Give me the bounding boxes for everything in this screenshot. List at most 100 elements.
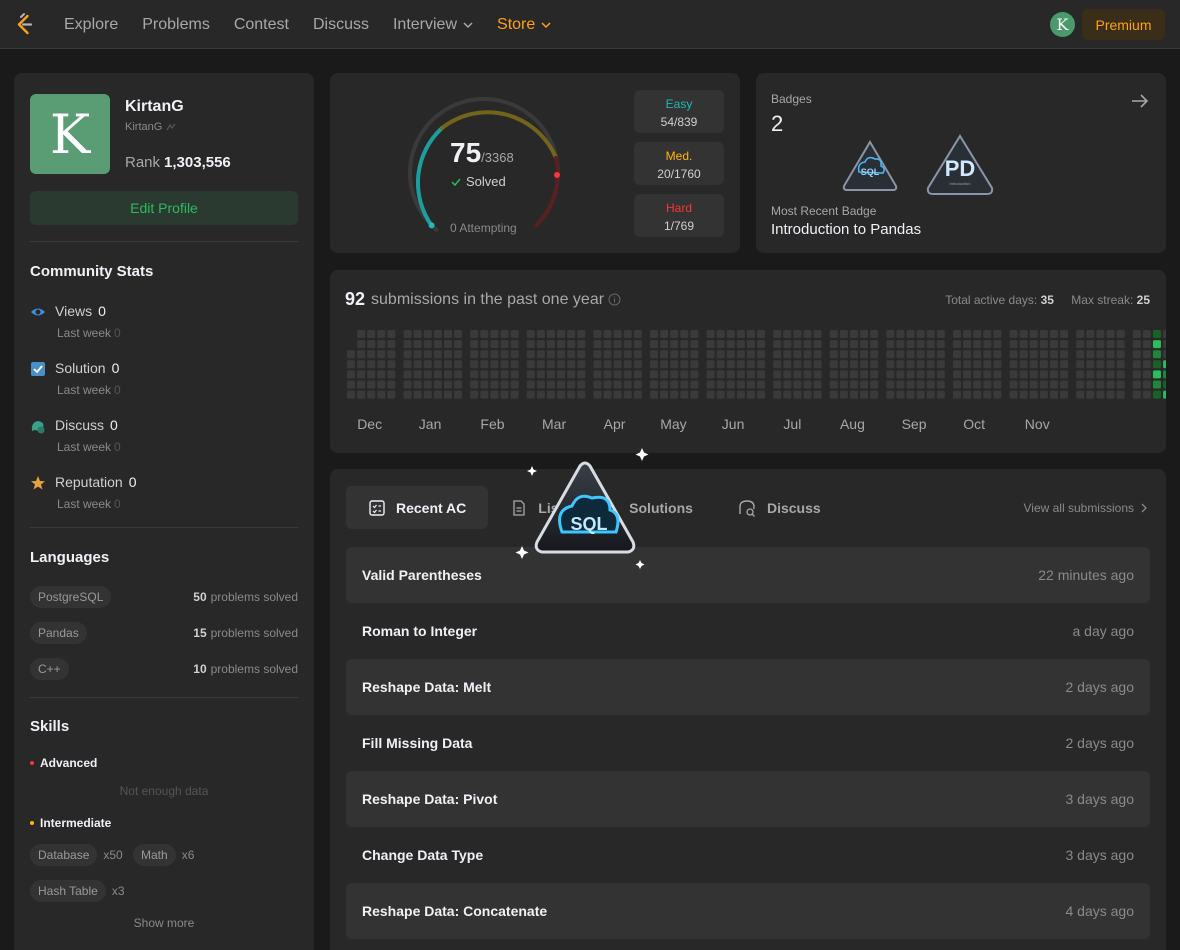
heatmap-cell[interactable] bbox=[1029, 380, 1038, 389]
heatmap-cell[interactable] bbox=[886, 340, 895, 349]
heatmap-cell[interactable] bbox=[510, 380, 519, 389]
heatmap-cell[interactable] bbox=[526, 370, 535, 379]
heatmap-cell[interactable] bbox=[870, 390, 879, 399]
heatmap-cell[interactable] bbox=[916, 370, 925, 379]
heatmap-cell[interactable] bbox=[357, 370, 366, 379]
heatmap-cell[interactable] bbox=[500, 360, 509, 369]
heatmap-cell[interactable] bbox=[1060, 340, 1069, 349]
heatmap-cell[interactable] bbox=[526, 390, 535, 399]
heatmap-cell[interactable] bbox=[829, 370, 838, 379]
heatmap-cell[interactable] bbox=[367, 330, 376, 338]
heatmap-cell[interactable] bbox=[936, 370, 945, 379]
recent-badge-name[interactable]: Introduction to Pandas bbox=[771, 221, 921, 238]
heatmap-cell[interactable] bbox=[577, 380, 586, 389]
heatmap-cell[interactable] bbox=[746, 350, 755, 359]
heatmap-cell[interactable] bbox=[716, 350, 725, 359]
heatmap-cell[interactable] bbox=[367, 380, 376, 389]
heatmap-cell[interactable] bbox=[870, 340, 879, 349]
heatmap-cell[interactable] bbox=[746, 370, 755, 379]
heatmap-cell[interactable] bbox=[577, 330, 586, 338]
heatmap-cell[interactable] bbox=[500, 330, 509, 338]
heatmap-cell[interactable] bbox=[926, 330, 935, 338]
heatmap-cell[interactable] bbox=[849, 380, 858, 389]
heatmap-cell[interactable] bbox=[577, 390, 586, 399]
tab-recent-ac[interactable]: Recent AC bbox=[346, 486, 489, 529]
heatmap-cell[interactable] bbox=[510, 360, 519, 369]
heatmap-cell[interactable] bbox=[593, 390, 602, 399]
heatmap-cell[interactable] bbox=[706, 330, 715, 338]
heatmap-cell[interactable] bbox=[603, 340, 612, 349]
heatmap-cell[interactable] bbox=[726, 350, 735, 359]
heatmap-cell[interactable] bbox=[736, 350, 745, 359]
heatmap-cell[interactable] bbox=[1116, 390, 1125, 399]
heatmap-cell[interactable] bbox=[670, 370, 679, 379]
heatmap-cell[interactable] bbox=[423, 330, 432, 338]
heatmap-cell[interactable] bbox=[936, 360, 945, 369]
heatmap-cell[interactable] bbox=[357, 380, 366, 389]
heatmap-cell[interactable] bbox=[973, 380, 982, 389]
heatmap-cell[interactable] bbox=[670, 360, 679, 369]
heatmap-cell[interactable] bbox=[660, 340, 669, 349]
heatmap-cell[interactable] bbox=[886, 360, 895, 369]
heatmap-cell[interactable] bbox=[577, 340, 586, 349]
heatmap-cell[interactable] bbox=[490, 380, 499, 389]
heatmap-cell[interactable] bbox=[963, 370, 972, 379]
heatmap-cell[interactable] bbox=[603, 330, 612, 338]
heatmap-cell[interactable] bbox=[680, 380, 689, 389]
heatmap-cell[interactable] bbox=[536, 330, 545, 338]
heatmap-cell[interactable] bbox=[633, 330, 642, 338]
heatmap-cell[interactable] bbox=[557, 360, 566, 369]
heatmap-cell[interactable] bbox=[433, 380, 442, 389]
heatmap-cell[interactable] bbox=[1152, 340, 1161, 349]
heatmap-cell[interactable] bbox=[423, 350, 432, 359]
heatmap-cell[interactable] bbox=[1116, 330, 1125, 338]
heatmap-cell[interactable] bbox=[773, 360, 782, 369]
heatmap-cell[interactable] bbox=[536, 390, 545, 399]
heatmap-cell[interactable] bbox=[886, 350, 895, 359]
skill-tag-math[interactable]: Math x6 bbox=[133, 844, 194, 866]
heatmap-cell[interactable] bbox=[793, 390, 802, 399]
heatmap-cell[interactable] bbox=[1142, 350, 1151, 359]
heatmap-cell[interactable] bbox=[773, 350, 782, 359]
heatmap-cell[interactable] bbox=[660, 370, 669, 379]
heatmap-cell[interactable] bbox=[1060, 370, 1069, 379]
heatmap-cell[interactable] bbox=[860, 360, 869, 369]
heatmap-cell[interactable] bbox=[377, 390, 386, 399]
heatmap-cell[interactable] bbox=[423, 340, 432, 349]
heatmap-cell[interactable] bbox=[480, 330, 489, 338]
heatmap-cell[interactable] bbox=[1019, 330, 1028, 338]
heatmap-cell[interactable] bbox=[906, 370, 915, 379]
heatmap-cell[interactable] bbox=[413, 380, 422, 389]
heatmap-cell[interactable] bbox=[783, 380, 792, 389]
heatmap-cell[interactable] bbox=[500, 350, 509, 359]
heatmap-cell[interactable] bbox=[403, 370, 412, 379]
heatmap-cell[interactable] bbox=[803, 350, 812, 359]
heatmap-cell[interactable] bbox=[1142, 340, 1151, 349]
heatmap-cell[interactable] bbox=[387, 390, 396, 399]
heatmap-cell[interactable] bbox=[1142, 390, 1151, 399]
heatmap-cell[interactable] bbox=[860, 340, 869, 349]
heatmap-cell[interactable] bbox=[813, 380, 822, 389]
heatmap-cell[interactable] bbox=[783, 370, 792, 379]
heatmap-cell[interactable] bbox=[1009, 330, 1018, 338]
heatmap-cell[interactable] bbox=[906, 330, 915, 338]
submission-row[interactable]: Fill Missing Data 2 days ago bbox=[346, 715, 1150, 771]
heatmap-cell[interactable] bbox=[347, 390, 355, 399]
lang-chip[interactable]: C++ bbox=[30, 658, 69, 680]
heatmap-cell[interactable] bbox=[1106, 380, 1115, 389]
heatmap-cell[interactable] bbox=[906, 360, 915, 369]
lang-chip[interactable]: Pandas bbox=[30, 622, 87, 644]
heatmap-cell[interactable] bbox=[1039, 390, 1048, 399]
heatmap-cell[interactable] bbox=[706, 350, 715, 359]
heatmap-cell[interactable] bbox=[403, 350, 412, 359]
nav-problems[interactable]: Problems bbox=[142, 16, 210, 34]
heatmap-cell[interactable] bbox=[896, 370, 905, 379]
heatmap-cell[interactable] bbox=[1039, 370, 1048, 379]
heatmap-cell[interactable] bbox=[603, 390, 612, 399]
heatmap-cell[interactable] bbox=[1049, 390, 1058, 399]
heatmap-cell[interactable] bbox=[773, 370, 782, 379]
heatmap-cell[interactable] bbox=[454, 330, 463, 338]
heatmap-cell[interactable] bbox=[593, 360, 602, 369]
heatmap-cell[interactable] bbox=[1039, 350, 1048, 359]
heatmap-cell[interactable] bbox=[423, 380, 432, 389]
